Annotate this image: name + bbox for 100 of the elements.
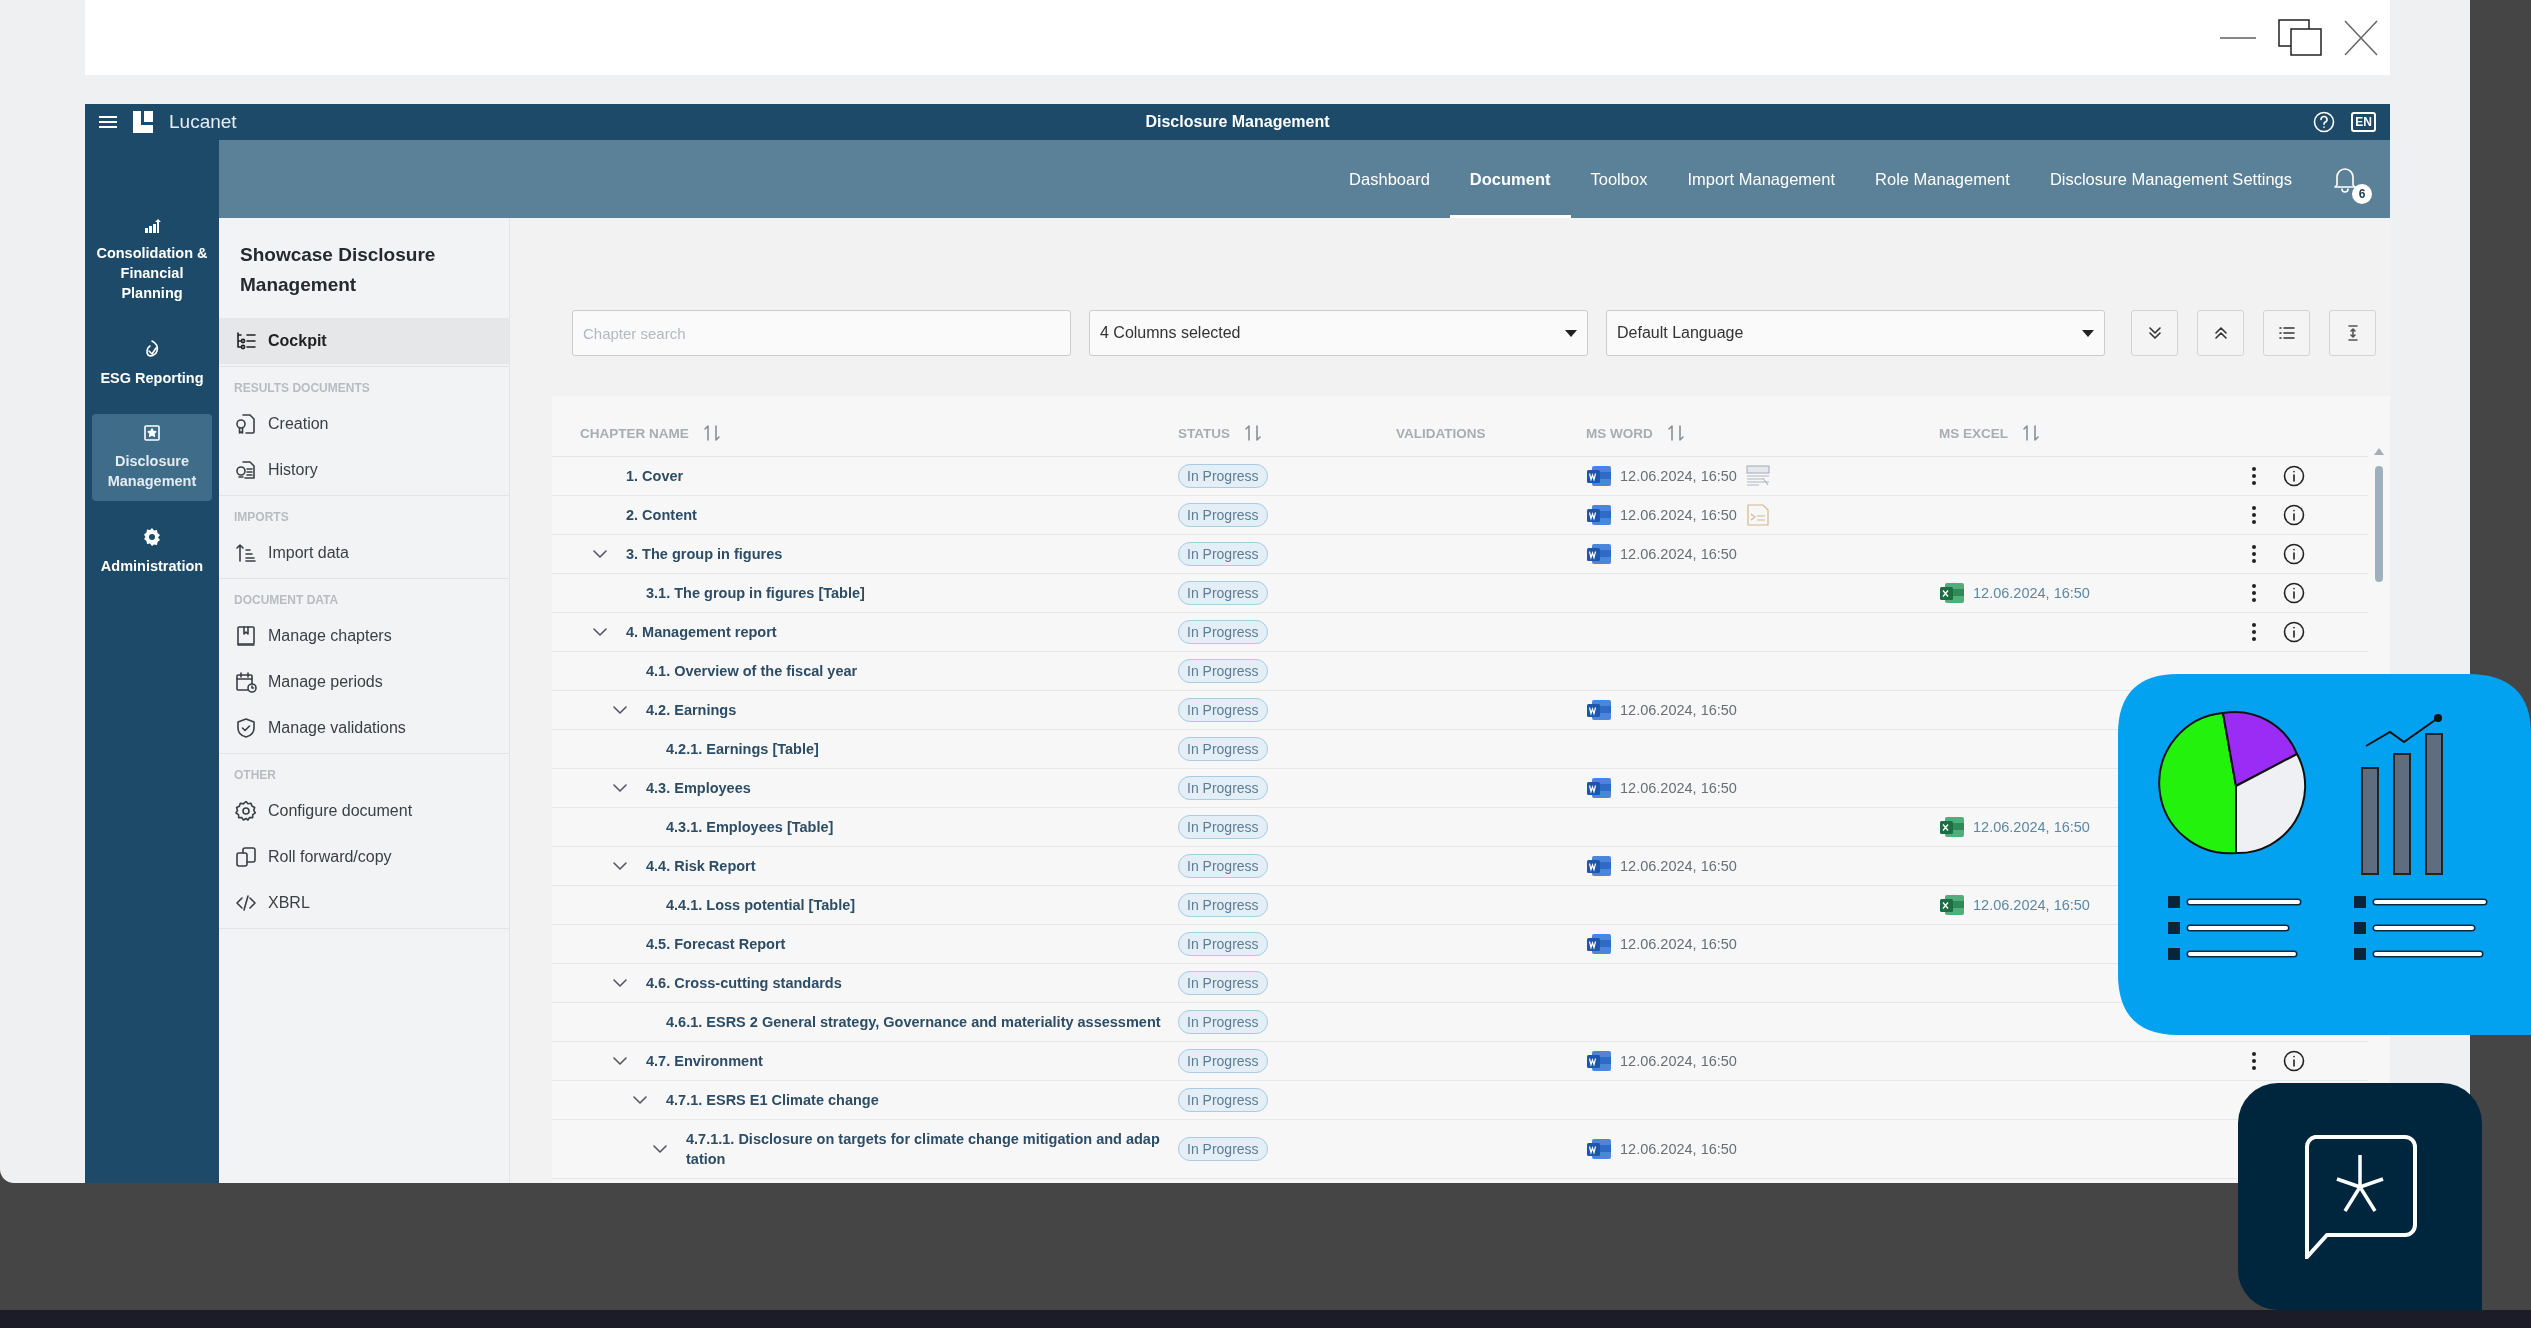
chapter-name[interactable]: 4.1. Overview of the fiscal year bbox=[646, 661, 858, 681]
word-timestamp: 12.06.2024, 16:50 bbox=[1620, 507, 1737, 523]
more-icon[interactable] bbox=[2251, 466, 2257, 486]
chapter-name[interactable]: 2. Content bbox=[626, 505, 697, 525]
menu-icon[interactable] bbox=[99, 115, 117, 129]
more-icon[interactable] bbox=[2251, 505, 2257, 525]
help-icon[interactable] bbox=[2313, 111, 2336, 133]
nav-tab[interactable]: Disclosure Management Settings bbox=[2029, 143, 2312, 218]
chapter-name[interactable]: 4.2. Earnings bbox=[646, 700, 737, 720]
chapter-name[interactable]: 3.1. The group in figures [Table] bbox=[646, 583, 865, 603]
status-tag: In Progress bbox=[1178, 581, 1268, 605]
chapter-name[interactable]: 4.5. Forecast Report bbox=[646, 934, 786, 954]
excel-file-icon bbox=[1939, 815, 1965, 839]
app-switcher-item[interactable]: ESG Reporting bbox=[92, 329, 212, 398]
book-bookmark-icon bbox=[234, 624, 258, 648]
section-heading: IMPORTS bbox=[233, 509, 290, 526]
language-dropdown[interactable]: Default Language bbox=[1606, 310, 2105, 356]
caret-icon bbox=[1565, 329, 1577, 337]
chapter-name[interactable]: 4.2.1. Earnings [Table] bbox=[666, 739, 819, 759]
status-tag: In Progress bbox=[1178, 971, 1268, 995]
more-icon[interactable] bbox=[2251, 544, 2257, 564]
app-title: Disclosure Management bbox=[1145, 113, 1330, 131]
info-icon[interactable] bbox=[2283, 543, 2305, 565]
shield-check-icon bbox=[234, 716, 258, 740]
minimize-icon[interactable] bbox=[2220, 34, 2256, 41]
status-tag: In Progress bbox=[1178, 1010, 1268, 1034]
scrollbar-thumb[interactable] bbox=[2375, 466, 2383, 582]
chapter-name[interactable]: 4.4.1. Loss potential [Table] bbox=[666, 895, 856, 915]
double-chevron-down-icon bbox=[2146, 325, 2163, 341]
word-timestamp: 12.06.2024, 16:50 bbox=[1620, 858, 1737, 874]
app-switcher-item[interactable]: Consolidation & Financial Planning bbox=[92, 208, 212, 313]
chapter-name[interactable]: 4.3.1. Employees [Table] bbox=[666, 817, 834, 837]
word-file-icon bbox=[1586, 776, 1612, 800]
chat-icon bbox=[2303, 1134, 2417, 1259]
nav-tab[interactable]: Import Management bbox=[1667, 143, 1856, 218]
chapter-name[interactable]: 1. Cover bbox=[626, 466, 684, 486]
chapter-name[interactable]: 4.4. Risk Report bbox=[646, 856, 756, 876]
more-icon[interactable] bbox=[2251, 583, 2257, 603]
sidebar-item[interactable]: Configure document bbox=[219, 788, 509, 834]
sidebar-item[interactable]: Roll forward/copy bbox=[219, 834, 509, 880]
calendar-clock-icon bbox=[234, 670, 258, 694]
columns-dropdown[interactable]: 4 Columns selected bbox=[1089, 310, 1588, 356]
chapter-name[interactable]: 4. Management report bbox=[626, 622, 777, 642]
app-switcher-item[interactable]: Disclosure Management bbox=[92, 414, 212, 501]
chapter-name[interactable]: 4.6. Cross-cutting standards bbox=[646, 973, 842, 993]
chapter-name[interactable]: 4.7. Environment bbox=[646, 1051, 763, 1071]
fit-height-button[interactable] bbox=[2329, 310, 2376, 356]
word-file-icon bbox=[1586, 464, 1612, 488]
list-icon bbox=[2278, 326, 2295, 340]
word-file-icon bbox=[1586, 542, 1612, 566]
leaf-icon bbox=[143, 339, 161, 359]
more-icon[interactable] bbox=[2251, 622, 2257, 642]
chapter-name[interactable]: 4.7.1. ESRS E1 Climate change bbox=[666, 1090, 879, 1110]
section-heading: OTHER bbox=[233, 767, 277, 784]
restore-icon[interactable] bbox=[2278, 18, 2322, 57]
status-tag: In Progress bbox=[1178, 1088, 1268, 1112]
sidebar-item[interactable]: Import data bbox=[219, 530, 509, 576]
more-icon[interactable] bbox=[2251, 1051, 2257, 1071]
sidebar-item[interactable]: History bbox=[219, 447, 509, 493]
document-title: Showcase Disclosure Management bbox=[239, 243, 437, 297]
info-icon[interactable] bbox=[2283, 582, 2305, 604]
status-tag: In Progress bbox=[1178, 542, 1268, 566]
nav-tab[interactable]: Role Management bbox=[1855, 143, 2030, 218]
info-icon[interactable] bbox=[2283, 621, 2305, 643]
nav-tab[interactable]: Dashboard bbox=[1329, 143, 1450, 218]
chapter-search-field[interactable]: Chapter search bbox=[572, 310, 1071, 356]
word-file-icon bbox=[1586, 698, 1612, 722]
excel-timestamp: 12.06.2024, 16:50 bbox=[1973, 585, 2090, 601]
chapter-name[interactable]: 4.6.1. ESRS 2 General strategy, Governance and materiality assessment bbox=[666, 1012, 1161, 1032]
bell-icon[interactable] bbox=[2332, 165, 2358, 193]
star-document-icon bbox=[143, 424, 161, 442]
sidebar-item[interactable]: Manage validations bbox=[219, 705, 509, 751]
chat-button[interactable] bbox=[2238, 1083, 2482, 1310]
sidebar-item[interactable]: Cockpit bbox=[219, 318, 509, 364]
status-tag: In Progress bbox=[1178, 698, 1268, 722]
expand-all-button[interactable] bbox=[2131, 310, 2178, 356]
app-switcher-item[interactable]: Administration bbox=[92, 517, 212, 586]
info-icon[interactable] bbox=[2283, 465, 2305, 487]
info-icon[interactable] bbox=[2283, 1050, 2305, 1072]
info-icon[interactable] bbox=[2283, 504, 2305, 526]
word-timestamp: 12.06.2024, 16:50 bbox=[1620, 1053, 1737, 1069]
sidebar-item[interactable]: XBRL bbox=[219, 880, 509, 926]
close-icon[interactable] bbox=[2344, 19, 2378, 56]
nav-tab[interactable]: Document bbox=[1449, 143, 1571, 218]
chapter-name[interactable]: 4.3. Employees bbox=[646, 778, 751, 798]
sidebar-item[interactable]: Creation bbox=[219, 401, 509, 447]
language-button[interactable]: EN bbox=[2351, 112, 2376, 132]
chapter-name[interactable]: 4.7.1.1. Disclosure on targets for climate change mitigation and adap tation bbox=[686, 1129, 1166, 1169]
collapse-all-button[interactable] bbox=[2197, 310, 2244, 356]
word-timestamp: 12.06.2024, 16:50 bbox=[1620, 1141, 1737, 1157]
logo-icon bbox=[131, 111, 155, 133]
sidebar-item[interactable]: Manage chapters bbox=[219, 613, 509, 659]
excel-file-icon bbox=[1939, 581, 1965, 605]
status-tag: In Progress bbox=[1178, 737, 1268, 761]
sidebar-item[interactable]: Manage periods bbox=[219, 659, 509, 705]
section-heading: RESULTS DOCUMENTS bbox=[233, 380, 371, 397]
nav-tab[interactable]: Toolbox bbox=[1570, 143, 1668, 218]
chapter-name[interactable]: 3. The group in figures bbox=[626, 544, 783, 564]
status-tag: In Progress bbox=[1178, 1137, 1268, 1161]
list-view-button[interactable] bbox=[2263, 310, 2310, 356]
